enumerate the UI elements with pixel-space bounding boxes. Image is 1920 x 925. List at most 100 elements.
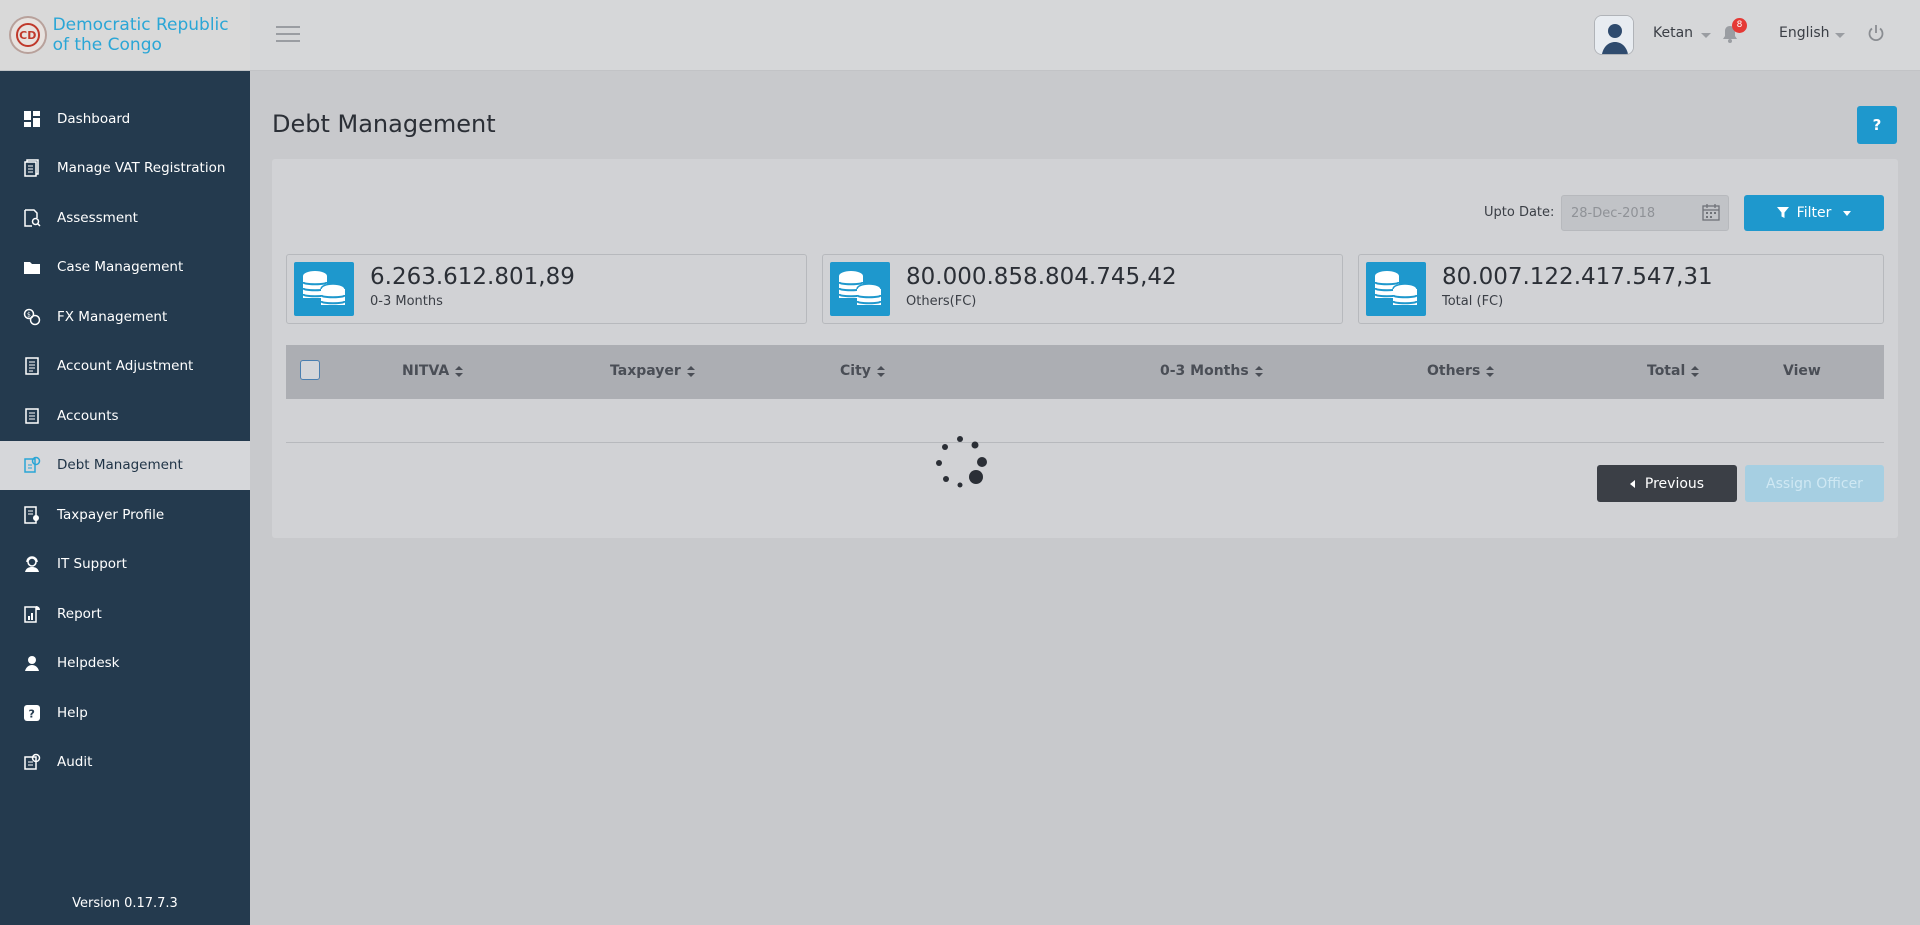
profile-document-icon: [23, 506, 41, 524]
funnel-icon: [1776, 207, 1789, 218]
sidebar-item-case-management[interactable]: Case Management: [0, 243, 250, 293]
sort-icon: [1486, 365, 1495, 377]
sidebar-item-report[interactable]: Report: [0, 589, 250, 639]
sidebar-item-label: Audit: [57, 754, 93, 771]
exchange-icon: $: [23, 308, 41, 326]
help-button[interactable]: ?: [1857, 106, 1897, 144]
column-header-0-3-months[interactable]: 0-3 Months: [1160, 363, 1263, 379]
sort-icon: [1254, 365, 1263, 377]
sidebar-item-account-adjustment[interactable]: Account Adjustment: [0, 342, 250, 392]
stat-box-0-3-months: 6.263.612.801,89 0-3 Months: [286, 254, 807, 324]
sidebar-item-label: IT Support: [57, 556, 127, 573]
sort-icon: [686, 365, 695, 377]
user-menu-caret-icon[interactable]: [1701, 33, 1711, 38]
user-name[interactable]: Ketan: [1653, 25, 1693, 41]
audit-icon: [23, 753, 41, 771]
menu-toggle-icon[interactable]: [276, 26, 300, 44]
power-icon[interactable]: [1867, 24, 1885, 42]
upto-date-label: Upto Date:: [1484, 205, 1555, 220]
sidebar-item-taxpayer-profile[interactable]: Taxpayer Profile: [0, 490, 250, 540]
stat-box-others: 80.000.858.804.745,42 Others(FC): [822, 254, 1343, 324]
folder-icon: [23, 258, 41, 276]
support-agent-icon: [23, 555, 41, 573]
svg-text:$: $: [27, 311, 31, 318]
sidebar-item-fx-management[interactable]: $ FX Management: [0, 292, 250, 342]
coins-icon: [294, 262, 354, 316]
stat-box-total: 80.007.122.417.547,31 Total (FC): [1358, 254, 1884, 324]
sort-icon: [876, 365, 885, 377]
coins-icon: [1366, 262, 1426, 316]
sidebar-item-label: Debt Management: [57, 457, 183, 474]
sidebar-item-label: Accounts: [57, 407, 119, 424]
accounts-icon: [23, 407, 41, 425]
sidebar-item-label: Taxpayer Profile: [57, 506, 165, 523]
sidebar-item-dashboard[interactable]: Dashboard: [0, 94, 250, 144]
sidebar: CD Democratic Republic of the Congo Dash…: [0, 0, 250, 925]
helpdesk-icon: [23, 654, 41, 672]
filter-caret-icon: [1843, 210, 1852, 216]
dashboard-icon: [23, 110, 41, 128]
sidebar-item-label: FX Management: [57, 308, 168, 325]
sidebar-item-audit[interactable]: Audit: [0, 738, 250, 788]
loading-spinner-icon: [936, 436, 987, 488]
sidebar-item-helpdesk[interactable]: Helpdesk: [0, 639, 250, 689]
question-icon: ?: [23, 704, 41, 722]
sidebar-item-label: Report: [57, 605, 102, 622]
sidebar-item-assessment[interactable]: Assessment: [0, 193, 250, 243]
sidebar-item-help[interactable]: ? Help: [0, 688, 250, 738]
sort-icon: [1691, 365, 1700, 377]
document-search-icon: [23, 209, 41, 227]
user-avatar[interactable]: [1594, 15, 1634, 55]
column-header-taxpayer[interactable]: Taxpayer: [610, 363, 695, 379]
sort-icon: [455, 365, 464, 377]
stat-label: 0-3 Months: [370, 294, 443, 309]
language-caret-icon[interactable]: [1835, 33, 1845, 38]
stat-value: 80.007.122.417.547,31: [1442, 264, 1713, 290]
sidebar-item-it-support[interactable]: IT Support: [0, 540, 250, 590]
previous-button[interactable]: Previous: [1597, 465, 1737, 502]
coat-of-arms-logo: CD: [9, 16, 47, 54]
brand-name: Democratic Republic of the Congo: [52, 15, 229, 55]
app-version: Version 0.17.7.3: [72, 896, 178, 911]
sidebar-item-label: Assessment: [57, 209, 138, 226]
language-selector[interactable]: English: [1779, 25, 1830, 41]
filter-button[interactable]: Filter: [1744, 195, 1884, 231]
previous-label: Previous: [1644, 475, 1705, 492]
brand-header[interactable]: CD Democratic Republic of the Congo: [0, 0, 250, 71]
column-header-total[interactable]: Total: [1647, 363, 1700, 379]
column-header-city[interactable]: City: [840, 363, 885, 379]
sidebar-item-accounts[interactable]: Accounts: [0, 391, 250, 441]
page-title: Debt Management: [272, 110, 496, 138]
column-header-others[interactable]: Others: [1427, 363, 1495, 379]
sidebar-item-label: Help: [57, 704, 88, 721]
sidebar-item-label: Dashboard: [57, 110, 131, 127]
select-all-checkbox[interactable]: [300, 360, 320, 380]
sidebar-item-debt-management[interactable]: Debt Management: [0, 440, 250, 490]
sidebar-nav: Dashboard Manage VAT Registration Assess…: [0, 94, 250, 787]
topbar: Ketan 8 English: [250, 0, 1920, 71]
table-divider: [286, 442, 1884, 443]
stat-value: 80.000.858.804.745,42: [906, 264, 1177, 290]
caret-left-icon: [1629, 479, 1635, 488]
column-header-nitva[interactable]: NITVA: [402, 363, 464, 379]
column-header-view: View: [1783, 363, 1821, 379]
filter-label: Filter: [1796, 205, 1832, 221]
svg-text:?: ?: [29, 707, 35, 720]
stat-label: Others(FC): [906, 294, 977, 309]
sidebar-item-label: Helpdesk: [57, 655, 120, 672]
debt-icon: [23, 456, 41, 474]
sidebar-item-label: Account Adjustment: [57, 358, 194, 375]
calendar-icon[interactable]: [1702, 203, 1720, 221]
ledger-icon: [23, 357, 41, 375]
assign-officer-button[interactable]: Assign Officer: [1745, 465, 1884, 502]
stat-label: Total (FC): [1442, 294, 1504, 309]
notification-count-badge: 8: [1732, 18, 1747, 33]
stat-value: 6.263.612.801,89: [370, 264, 575, 290]
sidebar-item-label: Case Management: [57, 259, 184, 276]
documents-icon: [23, 159, 41, 177]
report-icon: [23, 605, 41, 623]
sidebar-item-label: Manage VAT Registration: [57, 160, 226, 177]
table-header: NITVA Taxpayer City 0-3 Months Others To…: [286, 345, 1884, 399]
sidebar-item-manage-vat-registration[interactable]: Manage VAT Registration: [0, 144, 250, 194]
coins-icon: [830, 262, 890, 316]
